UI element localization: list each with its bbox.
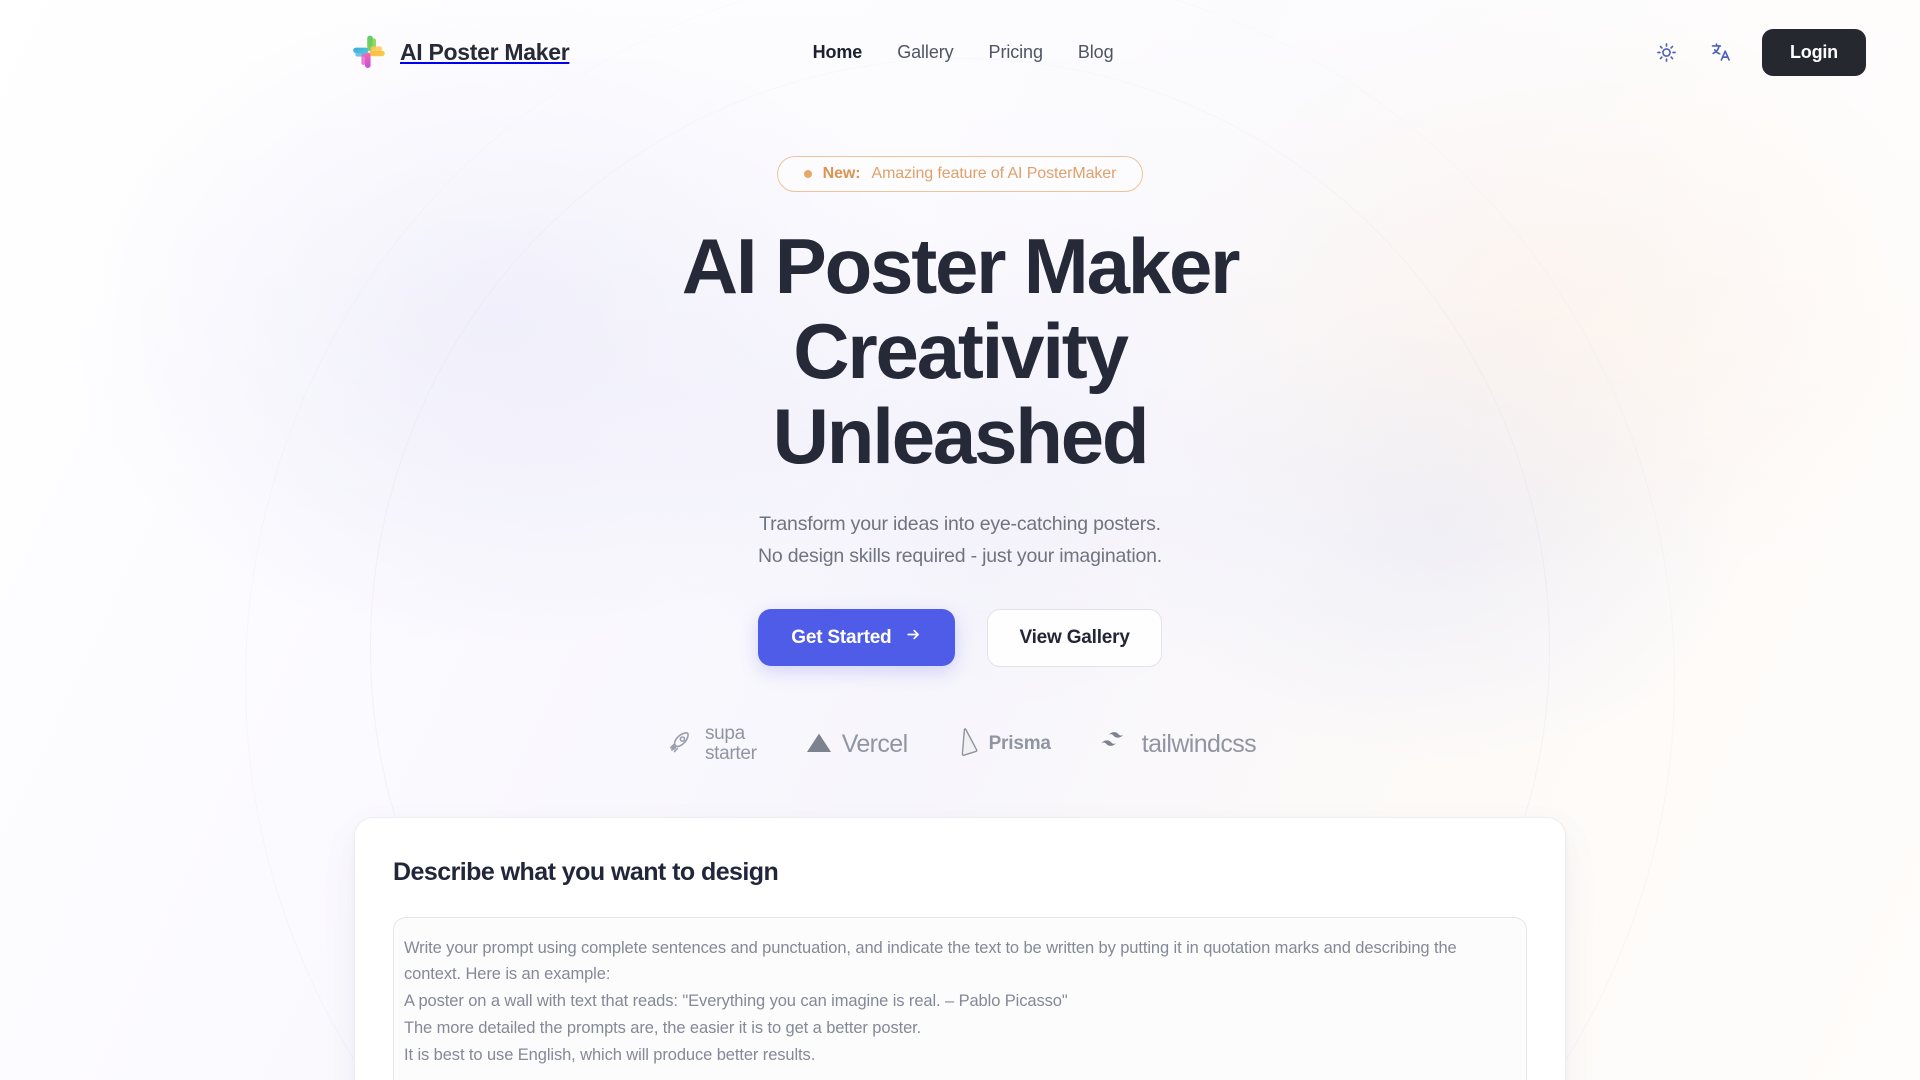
hero-subtitle: Transform your ideas into eye-catching p… — [0, 509, 1920, 573]
view-gallery-button[interactable]: View Gallery — [987, 608, 1162, 667]
hero-subtitle-line-1: Transform your ideas into eye-catching p… — [759, 513, 1161, 536]
hero-title-line-3: Unleashed — [772, 392, 1150, 481]
hero-title-line-2: Creativity — [793, 307, 1129, 396]
logo-supastarter-line-2: starter — [704, 743, 757, 765]
nav-item-home[interactable]: Home — [813, 42, 863, 63]
nav-item-blog[interactable]: Blog — [1078, 42, 1114, 63]
page-title: AI Poster Maker Creativity Unleashed — [610, 222, 1310, 481]
hero-title-line-1: AI Poster Maker — [681, 222, 1241, 310]
hero-section: New: Amazing feature of AI PosterMaker A… — [0, 104, 1920, 765]
logo-tailwindcss: tailwindcss — [1099, 729, 1257, 759]
prompt-card-title: Describe what you want to design — [393, 857, 779, 886]
rocket-icon — [664, 726, 696, 763]
logo-supastarter-label: supa starter — [704, 722, 757, 765]
vercel-triangle-icon — [805, 730, 833, 759]
logo-tailwindcss-label: tailwindcss — [1141, 729, 1257, 758]
logo-vercel: Vercel — [805, 730, 908, 759]
logo-supastarter: supa starter — [664, 722, 757, 765]
header-actions: Login — [1654, 28, 1866, 76]
prompt-textarea-placeholder: Write your prompt using complete sentenc… — [404, 938, 1457, 1064]
partner-logo-strip: supa starter Vercel Prisma tailwindcss — [0, 722, 1920, 765]
nav-item-gallery[interactable]: Gallery — [897, 42, 953, 63]
logo-prisma-label: Prisma — [988, 733, 1051, 755]
hero-subtitle-line-2: No design skills required - just your im… — [757, 544, 1163, 567]
prompt-card: Describe what you want to design Write y… — [354, 816, 1566, 1080]
logo-prisma: Prisma — [956, 727, 1051, 762]
get-started-button[interactable]: Get Started — [758, 609, 956, 667]
logo-supastarter-line-1: supa — [704, 722, 745, 744]
badge-prefix: New: — [822, 165, 861, 182]
prompt-input-wrapper[interactable]: Write your prompt using complete sentenc… — [393, 916, 1527, 1080]
tailwind-wave-icon — [1099, 731, 1133, 757]
nav-item-pricing[interactable]: Pricing — [989, 42, 1043, 63]
get-started-label: Get Started — [791, 626, 892, 648]
sun-icon[interactable] — [1654, 39, 1680, 65]
brand-logo-link[interactable]: AI Poster Maker — [352, 35, 570, 69]
login-button[interactable]: Login — [1761, 28, 1866, 76]
translate-icon[interactable] — [1708, 39, 1734, 65]
pinwheel-logo-icon — [352, 35, 386, 69]
site-header: AI Poster Maker Home Gallery Pricing Blo… — [0, 0, 1920, 104]
dot-icon — [803, 170, 812, 178]
logo-vercel-label: Vercel — [841, 729, 908, 758]
prisma-icon — [956, 727, 980, 762]
brand-name: AI Poster Maker — [400, 38, 570, 65]
main-navigation: Home Gallery Pricing Blog — [813, 42, 1114, 63]
announcement-badge[interactable]: New: Amazing feature of AI PosterMaker — [776, 156, 1144, 192]
hero-cta-row: Get Started View Gallery — [0, 608, 1920, 667]
badge-text: Amazing feature of AI PosterMaker — [871, 165, 1117, 182]
arrow-right-icon — [905, 626, 922, 649]
